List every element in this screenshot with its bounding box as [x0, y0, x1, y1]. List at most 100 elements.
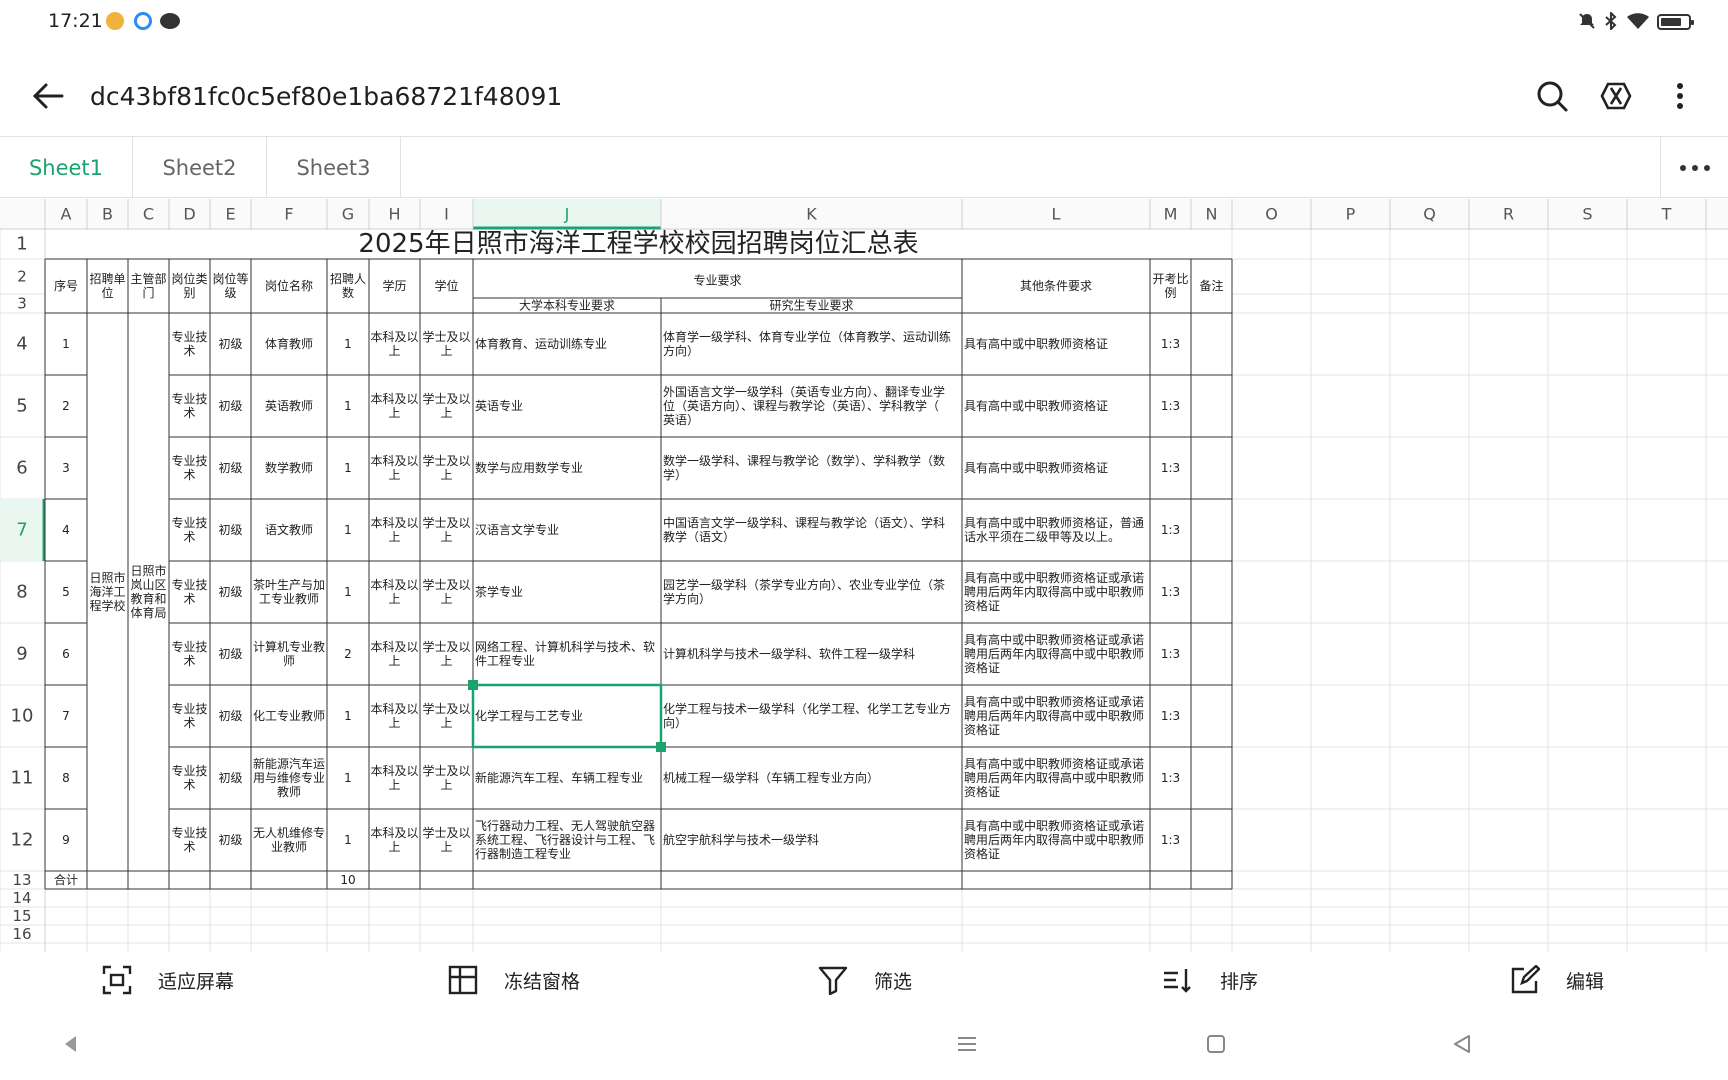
cell-other[interactable]: 具有高中或中职教师资格证: [964, 336, 1108, 351]
header-undergrad[interactable]: 大学本科专业要求: [519, 298, 615, 313]
cell-other[interactable]: 具有高中或中职教师资格证: [964, 460, 1108, 475]
cell-text: 岗位类: [171, 271, 207, 286]
cell-count[interactable]: 1: [344, 399, 352, 413]
header-grad[interactable]: 研究生专业要求: [769, 298, 853, 313]
cell-ratio[interactable]: 1:3: [1161, 523, 1180, 537]
header-no[interactable]: 序号: [54, 278, 78, 293]
cell-level[interactable]: 初级: [218, 833, 242, 847]
grid-canvas[interactable]: A B C D E F G H I J K L M N O P Q R S T12345678910111213141…: [0, 199, 1728, 952]
total-label[interactable]: 合计: [54, 872, 78, 887]
cell-level[interactable]: 初级: [218, 709, 242, 723]
cell-undergrad[interactable]: 新能源汽车工程、车辆工程专业: [475, 770, 643, 785]
column-header-o: O: [1265, 205, 1278, 224]
total-count[interactable]: 10: [340, 873, 355, 887]
cell-undergrad[interactable]: 英语专业: [475, 398, 523, 413]
cell-no[interactable]: 4: [62, 523, 70, 537]
cell-undergrad[interactable]: 数学与应用数学专业: [475, 460, 583, 475]
cell-ratio[interactable]: 1:3: [1161, 647, 1180, 661]
filter-button[interactable]: 筛选: [818, 962, 912, 998]
cell-level[interactable]: 初级: [218, 585, 242, 599]
cell-post[interactable]: 数学教师: [265, 460, 313, 475]
cell-ratio[interactable]: 1:3: [1161, 709, 1180, 723]
cell-ratio[interactable]: 1:3: [1161, 461, 1180, 475]
cell-text: 位: [101, 285, 113, 300]
header-major-group[interactable]: 专业要求: [693, 273, 741, 288]
cell-other[interactable]: 具有高中或中职教师资格证: [964, 398, 1108, 413]
cell-undergrad[interactable]: 汉语言文学专业: [475, 522, 559, 537]
cell-post[interactable]: 体育教师: [265, 336, 313, 351]
back-arrow-icon[interactable]: [30, 78, 66, 114]
search-icon[interactable]: [1534, 78, 1570, 114]
nav-home-icon[interactable]: [1206, 1034, 1226, 1054]
cell-ratio[interactable]: 1:3: [1161, 399, 1180, 413]
cell-undergrad[interactable]: 茶学专业: [475, 584, 523, 599]
cell-post[interactable]: 茶叶生产与加工专业教师: [253, 577, 325, 606]
cell-count[interactable]: 1: [344, 833, 352, 847]
cell-grad[interactable]: 航空宇航科学与技术一级学科: [663, 832, 819, 847]
cell-no[interactable]: 6: [62, 647, 70, 661]
sort-button[interactable]: 排序: [1162, 962, 1258, 998]
cell-grad[interactable]: 机械工程一级学科（车辆工程专业方向）: [663, 770, 879, 785]
cell-other[interactable]: 具有高中或中职教师资格证，普通话水平须在二级甲等及以上。: [964, 515, 1144, 544]
cell-ratio[interactable]: 1:3: [1161, 833, 1180, 847]
row-number-8: 8: [16, 582, 27, 603]
cell-text: 1:3: [1161, 523, 1180, 537]
cell-post[interactable]: 语文教师: [265, 522, 313, 537]
cell-level[interactable]: 初级: [218, 337, 242, 351]
header-edu[interactable]: 学历: [382, 278, 406, 293]
fit-screen-button[interactable]: 适应屏幕: [102, 962, 234, 998]
cell-ratio[interactable]: 1:3: [1161, 771, 1180, 785]
more-vertical-icon[interactable]: [1662, 78, 1698, 114]
cell-undergrad[interactable]: 化学工程与工艺专业: [475, 708, 583, 723]
tabs-more-button[interactable]: [1660, 137, 1728, 198]
cell-text: 话水平须在二级甲等及以上。: [964, 530, 1120, 544]
cell-text: 具有高中或中职教师资格证或承诺: [964, 756, 1144, 771]
column-header-m: M: [1164, 205, 1178, 224]
nav-menu-icon[interactable]: [956, 1034, 978, 1054]
cell-count[interactable]: 1: [344, 523, 352, 537]
spreadsheet-grid[interactable]: A B C D E F G H I J K L M N O P Q R S T 1 2 3 4 5 6 7 8 9 10 11 12 13 14 1…: [0, 199, 1728, 952]
cell-ratio[interactable]: 1:3: [1161, 585, 1180, 599]
cell-count[interactable]: 1: [344, 771, 352, 785]
nav-back-small-icon[interactable]: [62, 1034, 78, 1054]
cell-no[interactable]: 5: [62, 585, 70, 599]
cell-no[interactable]: 7: [62, 709, 70, 723]
cell-text: 化学工程与工艺专业: [475, 708, 583, 723]
cell-post[interactable]: 英语教师: [265, 398, 313, 413]
cell-count[interactable]: 1: [344, 585, 352, 599]
tab-sheet3[interactable]: Sheet3: [267, 137, 401, 198]
selection-handle-top-left[interactable]: [468, 680, 478, 690]
cell-count[interactable]: 1: [344, 461, 352, 475]
cell-no[interactable]: 9: [62, 833, 70, 847]
header-other[interactable]: 其他条件要求: [1020, 279, 1092, 293]
selection-handle-bottom-right[interactable]: [656, 742, 666, 752]
edit-icon: [1511, 965, 1540, 994]
cell-level[interactable]: 初级: [218, 771, 242, 785]
header-post[interactable]: 岗位名称: [265, 278, 313, 293]
header-degree[interactable]: 学位: [434, 278, 458, 293]
cell-count[interactable]: 2: [344, 647, 352, 661]
tab-sheet2[interactable]: Sheet2: [133, 137, 267, 198]
cell-undergrad[interactable]: 体育教育、运动训练专业: [475, 336, 607, 351]
cell-count[interactable]: 1: [344, 709, 352, 723]
merged-unit-cell[interactable]: 日照市海洋工程学校: [89, 570, 125, 613]
tab-sheet1[interactable]: Sheet1: [0, 137, 133, 198]
merged-dept-cell[interactable]: 日照市岚山区教育和体育局: [130, 563, 166, 620]
header-note[interactable]: 备注: [1199, 278, 1223, 293]
cell-level[interactable]: 初级: [218, 399, 242, 413]
wps-logo-icon[interactable]: [1598, 78, 1634, 114]
cell-no[interactable]: 8: [62, 771, 70, 785]
cell-level[interactable]: 初级: [218, 647, 242, 661]
nav-back-icon[interactable]: [1452, 1034, 1472, 1054]
cell-level[interactable]: 初级: [218, 461, 242, 475]
cell-no[interactable]: 1: [62, 337, 70, 351]
cell-count[interactable]: 1: [344, 337, 352, 351]
cell-no[interactable]: 3: [62, 461, 70, 475]
cell-no[interactable]: 2: [62, 399, 70, 413]
cell-post[interactable]: 化工专业教师: [253, 708, 325, 723]
cell-level[interactable]: 初级: [218, 523, 242, 537]
cell-ratio[interactable]: 1:3: [1161, 337, 1180, 351]
freeze-panes-button[interactable]: 冻结窗格: [448, 962, 580, 998]
edit-button[interactable]: 编辑: [1510, 962, 1604, 998]
cell-grad[interactable]: 计算机科学与技术一级学科、软件工程一级学科: [663, 646, 915, 661]
